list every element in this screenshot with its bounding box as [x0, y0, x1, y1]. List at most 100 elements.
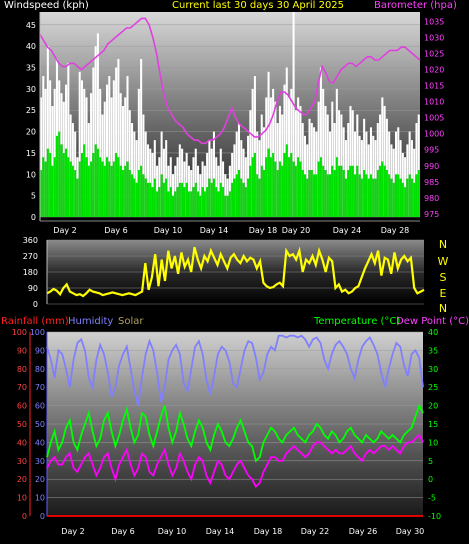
wind-tick-label: 35 — [26, 64, 36, 73]
wind-average-bar — [322, 165, 325, 217]
wind-average-bar — [206, 187, 209, 217]
rainfall-tick-label: 20 — [17, 475, 27, 484]
wind-average-bar — [58, 131, 61, 217]
wind-x-tick-label: Day 24 — [333, 226, 362, 235]
wind-x-tick-label: Day 6 — [104, 226, 127, 235]
wind-average-bar — [226, 195, 229, 217]
wind-average-bar — [349, 165, 352, 217]
wind-average-bar — [292, 161, 295, 217]
wind-tick-label: 10 — [26, 170, 36, 179]
wind-average-bar — [183, 187, 186, 217]
wind-average-bar — [365, 174, 368, 217]
rainfall-tick-label: 70 — [17, 383, 27, 392]
wind-average-bar — [288, 157, 291, 217]
wind-average-bar — [394, 174, 398, 217]
wind-average-bar — [374, 178, 377, 217]
wind-average-bar — [208, 178, 211, 217]
wind-average-bar — [360, 178, 363, 217]
humidity-tick-label: 60 — [35, 402, 45, 411]
wind-average-bar — [326, 174, 329, 217]
wind-average-bar — [401, 182, 404, 217]
wind-average-bar — [153, 178, 156, 217]
wind-x-tick-label: Day 10 — [154, 226, 183, 235]
barometer-tick-label: 1015 — [424, 82, 444, 91]
temperature-tick-label: 20 — [428, 402, 438, 411]
wind-x-tick-label: Day 20 — [282, 226, 311, 235]
wind-average-bar — [135, 182, 138, 217]
rainfall-tick-label: 100 — [12, 328, 27, 337]
barometer-tick-label: 1030 — [424, 34, 444, 43]
wind-average-bar — [272, 152, 275, 217]
wind-average-bar — [69, 161, 72, 217]
wind-average-bar — [331, 165, 334, 217]
wind-average-bar — [133, 178, 136, 217]
wind-average-bar — [121, 170, 124, 217]
temperature-tick-label: 0 — [428, 475, 433, 484]
wind-average-bar — [74, 170, 77, 217]
wind-average-bar — [87, 165, 90, 217]
wind-average-bar — [217, 191, 220, 217]
bottom-x-tick-label: Day 22 — [301, 527, 330, 536]
wind-average-bar — [376, 170, 379, 217]
wind-tick-label: 15 — [26, 149, 36, 158]
wind-average-bar — [146, 182, 149, 217]
wind-average-bar — [335, 157, 338, 217]
wind-average-bar — [169, 187, 172, 217]
wind-average-bar — [328, 174, 332, 217]
wind-average-bar — [315, 174, 318, 217]
wind-average-bar — [340, 165, 343, 217]
wind-average-bar — [76, 178, 79, 217]
wind-x-tick-label: Day 2 — [53, 226, 76, 235]
humidity-tick-label: 80 — [35, 365, 45, 374]
wind-average-bar — [80, 152, 84, 217]
wind-average-bar — [408, 174, 411, 217]
wind-average-bar — [369, 174, 372, 217]
humidity-tick-label: 90 — [35, 346, 45, 355]
wind-average-bar — [338, 165, 341, 217]
barometer-tick-label: 1005 — [424, 114, 444, 123]
bottom-x-tick-label: Day 18 — [254, 527, 283, 536]
wind-average-bar — [385, 170, 388, 217]
wind-average-bar — [344, 178, 347, 217]
bottom-x-tick-label: Day 26 — [349, 527, 378, 536]
wind-average-bar — [265, 157, 268, 217]
wind-average-bar — [347, 170, 350, 217]
rainfall-tick-label: 80 — [17, 365, 27, 374]
temperature-tick-label: 25 — [428, 383, 438, 392]
rainfall-tick-label: 60 — [17, 402, 27, 411]
wind-average-bar — [65, 148, 68, 217]
wind-average-bar — [262, 170, 266, 217]
wind-average-bar — [140, 165, 143, 217]
wind-average-bar — [78, 161, 81, 217]
wind-average-bar — [49, 152, 52, 217]
wind-average-bar — [174, 191, 177, 217]
wind-average-bar — [212, 178, 215, 217]
wind-average-bar — [281, 165, 284, 217]
compass-label: N — [439, 302, 447, 315]
rainfall-tick-label: 50 — [17, 420, 27, 429]
direction-tick-label: 270 — [23, 252, 38, 261]
wind-tick-label: 40 — [26, 42, 36, 51]
humidity-tick-label: 40 — [35, 438, 45, 447]
wind-average-bar — [96, 148, 99, 217]
wind-average-bar — [253, 152, 256, 217]
wind-average-bar — [269, 157, 272, 217]
temperature-tick-label: 35 — [428, 346, 438, 355]
wind-average-bar — [158, 187, 161, 217]
wind-average-bar — [249, 165, 252, 217]
bottom-x-tick-label: Day 2 — [61, 527, 84, 536]
wind-average-bar — [42, 157, 45, 217]
temperature-tick-label: 30 — [428, 365, 438, 374]
bottom-x-tick-label: Day 10 — [158, 527, 187, 536]
wind-average-bar — [363, 170, 366, 217]
wind-average-bar — [60, 144, 63, 217]
wind-average-bar — [131, 174, 134, 217]
wind-average-bar — [306, 178, 309, 217]
wind-average-bar — [144, 178, 147, 217]
wind-average-bar — [185, 182, 188, 217]
rainfall-tick-label: 0 — [22, 512, 27, 521]
wind-average-bar — [222, 187, 225, 217]
wind-average-bar — [247, 178, 250, 217]
wind-average-bar — [406, 178, 409, 217]
wind-average-bar — [283, 152, 286, 217]
